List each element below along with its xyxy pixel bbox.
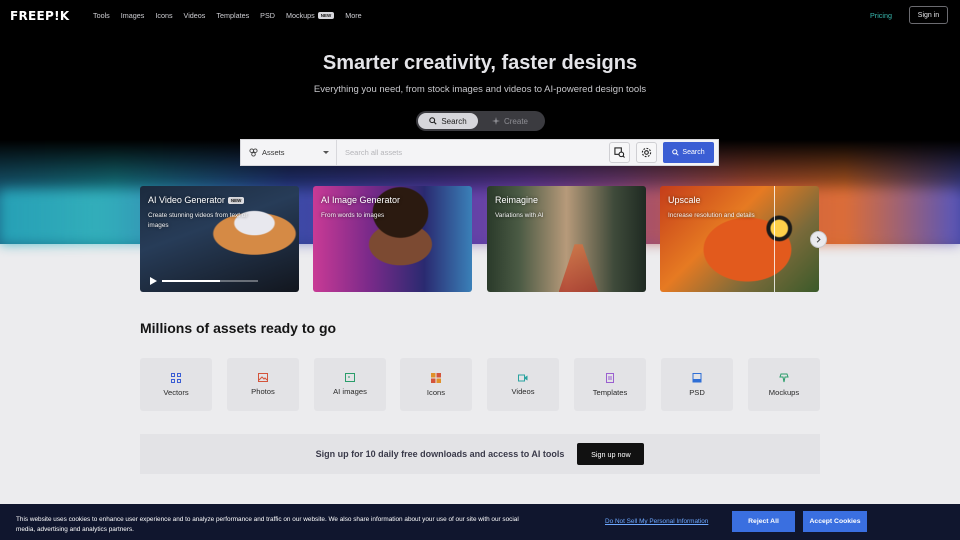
carousel-next-button[interactable] xyxy=(810,231,827,248)
nav-link-mockups[interactable]: Mockups NEW xyxy=(285,11,335,20)
tile-label: Photos xyxy=(251,387,275,396)
create-mode-label: Create xyxy=(503,116,528,126)
accept-cookies-button[interactable]: Accept Cookies xyxy=(803,511,867,532)
nav-link-tools[interactable]: Tools xyxy=(93,11,110,20)
card-title: Upscale xyxy=(668,195,701,205)
icons-icon xyxy=(431,372,441,383)
search-settings-button[interactable] xyxy=(636,142,657,163)
search-create-toggle: Search Create xyxy=(416,111,545,131)
card-ai-video-generator[interactable]: AI Video Generator NEW Create stunning v… xyxy=(140,186,299,292)
tile-label: AI images xyxy=(333,387,367,396)
search-submit-button[interactable]: Search xyxy=(663,142,714,163)
tile-label: Mockups xyxy=(768,387,800,397)
new-badge: NEW xyxy=(227,196,245,204)
card-title: AI Image Generator xyxy=(321,195,401,205)
new-badge: NEW xyxy=(317,12,335,19)
nav-link-mockups-label: Mockups xyxy=(285,11,315,20)
gear-icon xyxy=(641,147,652,158)
sign-up-button[interactable]: Sign up now xyxy=(577,443,645,465)
do-not-sell-link[interactable]: Do Not Sell My Personal Information xyxy=(605,518,708,525)
search-by-image-button[interactable] xyxy=(609,142,630,163)
tile-photos[interactable]: Photos xyxy=(227,358,299,411)
video-progress-fill xyxy=(162,280,220,282)
sparkle-icon xyxy=(491,117,500,125)
pricing-link[interactable]: Pricing xyxy=(870,11,892,20)
asset-type-value: Assets xyxy=(262,148,285,157)
signup-text: Sign up for 10 daily free downloads and … xyxy=(315,449,565,459)
card-ai-image-generator[interactable]: AI Image Generator From words to images xyxy=(313,186,472,292)
video-progress-bar[interactable] xyxy=(162,280,258,282)
tile-label: Videos xyxy=(511,386,535,396)
tile-label: PSD xyxy=(689,387,705,397)
card-title: Reimagine xyxy=(495,195,539,205)
psd-icon xyxy=(692,372,702,382)
card-subtitle: Variations with AI xyxy=(495,212,544,219)
search-submit-label: Search xyxy=(682,149,705,156)
nav-link-more[interactable]: More xyxy=(345,11,361,20)
tile-videos[interactable]: Videos xyxy=(487,358,559,411)
search-bar: Assets Search xyxy=(240,139,719,166)
card-title: AI Video Generator NEW xyxy=(148,195,245,205)
templates-icon xyxy=(606,372,614,383)
hero-headline: Smarter creativity, faster designs xyxy=(322,52,638,74)
card-title-text: AI Video Generator xyxy=(148,195,225,205)
tile-ai-images[interactable]: AI images xyxy=(314,358,386,411)
hero-subline: Everything you need, from stock images a… xyxy=(313,84,647,95)
tile-mockups[interactable]: Mockups xyxy=(748,358,820,411)
freepik-logo[interactable]: FREEP!K xyxy=(10,9,70,23)
mockups-icon xyxy=(779,373,789,382)
assets-section-title: Millions of assets ready to go xyxy=(140,320,337,336)
search-mode-button[interactable]: Search xyxy=(418,113,478,129)
create-mode-button[interactable]: Create xyxy=(478,113,542,129)
videos-icon xyxy=(518,374,528,381)
nav-link-psd[interactable]: PSD xyxy=(260,11,275,20)
card-subtitle: From words to images xyxy=(321,212,385,219)
search-input[interactable] xyxy=(337,140,609,165)
chevron-down-icon xyxy=(323,151,329,154)
card-upscale[interactable]: Upscale Increase resolution and details xyxy=(660,186,819,292)
nav-link-videos[interactable]: Videos xyxy=(184,11,206,20)
chevron-right-icon xyxy=(816,236,821,243)
tile-label: Templates xyxy=(592,387,628,397)
tile-label: Icons xyxy=(426,387,446,397)
search-icon xyxy=(672,149,680,156)
tile-icons[interactable]: Icons xyxy=(400,358,472,411)
nav-link-images[interactable]: Images xyxy=(121,11,145,20)
tile-templates[interactable]: Templates xyxy=(574,358,646,411)
video-controls xyxy=(150,277,258,285)
nav-link-templates[interactable]: Templates xyxy=(216,11,249,20)
nav-link-icons[interactable]: Icons xyxy=(155,11,172,20)
photos-icon xyxy=(258,373,268,382)
signup-banner: Sign up for 10 daily free downloads and … xyxy=(140,434,820,474)
sign-in-button[interactable]: Sign in xyxy=(909,6,948,24)
assets-icon xyxy=(249,148,258,157)
vectors-icon xyxy=(171,372,181,383)
ai-images-icon xyxy=(345,373,355,382)
search-icon xyxy=(429,117,437,125)
cookie-text: This website uses cookies to enhance use… xyxy=(16,516,519,533)
search-mode-label: Search xyxy=(441,116,467,126)
tile-psd[interactable]: PSD xyxy=(661,358,733,411)
image-search-icon xyxy=(614,147,625,158)
tile-vectors[interactable]: Vectors xyxy=(140,358,212,411)
card-subtitle: Create stunning videos from text or imag… xyxy=(148,212,248,229)
top-nav: FREEP!K Tools Images Icons Videos Templa… xyxy=(0,0,960,30)
asset-type-dropdown[interactable]: Assets xyxy=(241,140,337,165)
reject-all-button[interactable]: Reject All xyxy=(732,511,795,532)
card-subtitle: Increase resolution and details xyxy=(668,212,755,219)
tile-label: Vectors xyxy=(163,387,189,397)
card-reimagine[interactable]: Reimagine Variations with AI xyxy=(487,186,646,292)
nav-links: Tools Images Icons Videos Templates PSD … xyxy=(93,11,373,20)
play-icon[interactable] xyxy=(150,277,157,285)
